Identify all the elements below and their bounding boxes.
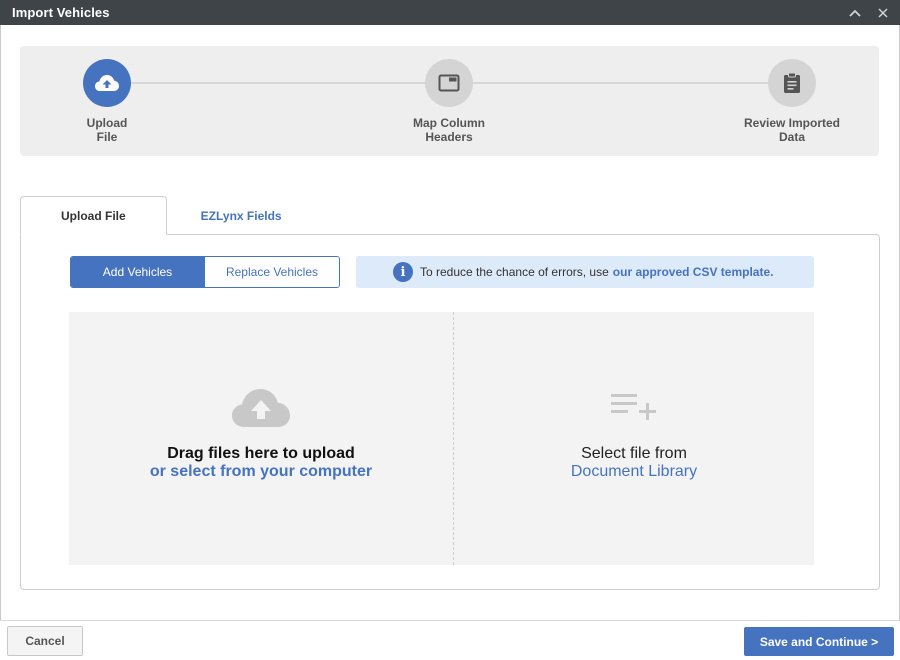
window-titlebar: Import Vehicles: [0, 0, 900, 25]
notice-text: To reduce the chance of errors, use: [420, 265, 609, 279]
close-icon[interactable]: [874, 4, 892, 22]
info-icon: i: [393, 262, 413, 282]
upload-dropzone: Drag files here to upload or select from…: [69, 312, 814, 565]
clipboard-icon: [784, 72, 800, 93]
step-map-column-headers: Map Column Headers: [379, 59, 519, 144]
tab-bar: Upload File EZLynx Fields: [20, 196, 316, 235]
cloud-upload-icon: [232, 389, 290, 427]
computer-upload-area[interactable]: Drag files here to upload or select from…: [69, 312, 454, 565]
csv-template-link[interactable]: our approved CSV template.: [613, 265, 774, 279]
mode-toggle: Add Vehicles Replace Vehicles: [70, 256, 340, 288]
tab-upload-file[interactable]: Upload File: [20, 196, 167, 235]
add-vehicles-button[interactable]: Add Vehicles: [71, 257, 204, 287]
replace-vehicles-button[interactable]: Replace Vehicles: [204, 257, 339, 287]
step-upload-file: Upload File: [37, 59, 177, 144]
tab-panel: Add Vehicles Replace Vehicles i To reduc…: [20, 234, 880, 590]
step-label: Map Column Headers: [413, 116, 485, 144]
select-from-computer-link[interactable]: or select from your computer: [69, 463, 453, 481]
tab-ezlynx-fields[interactable]: EZLynx Fields: [167, 196, 316, 235]
playlist-add-icon: [611, 394, 656, 420]
step-label: Upload File: [86, 116, 128, 144]
document-library-area[interactable]: Select file from Document Library: [454, 312, 814, 565]
document-library-link[interactable]: Document Library: [454, 463, 814, 481]
step-circle: [83, 59, 131, 107]
progress-stepper: Upload File Map Column Headers Review Im…: [20, 46, 879, 156]
drag-files-text: Drag files here to upload: [167, 445, 355, 462]
step-label: Review Imported Data: [743, 116, 841, 144]
csv-template-notice: i To reduce the chance of errors, use ou…: [356, 256, 814, 288]
step-circle: [425, 59, 473, 107]
window-icon: [438, 74, 460, 92]
save-and-continue-button[interactable]: Save and Continue >: [744, 627, 894, 656]
chevron-up-icon[interactable]: [846, 4, 864, 22]
cancel-button[interactable]: Cancel: [7, 626, 83, 656]
window-title: Import Vehicles: [12, 5, 110, 20]
cloud-upload-icon: [95, 75, 119, 91]
dialog-footer: Cancel Save and Continue >: [0, 620, 900, 660]
window-controls: [846, 4, 892, 22]
step-circle: [768, 59, 816, 107]
step-review-imported-data: Review Imported Data: [722, 59, 862, 144]
select-file-text: Select file from: [581, 445, 687, 462]
